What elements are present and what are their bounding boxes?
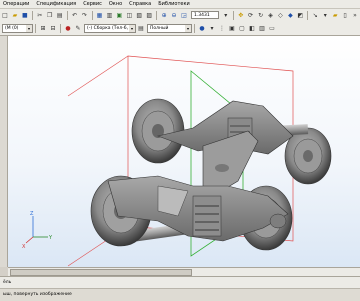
assembly-combo[interactable]: (-) Сборка (Тел-6, С ▾: [84, 23, 136, 33]
layout-icon[interactable]: ▥: [258, 24, 267, 33]
hint-text: ыш, повернуть изображение: [3, 292, 72, 297]
menu-operations[interactable]: Операции: [3, 0, 29, 8]
shaded-icon[interactable]: ◆: [286, 11, 295, 20]
toolbar-separator: [307, 10, 309, 20]
layer-combo[interactable]: (M (0) ▾: [2, 23, 33, 33]
display-combo-value: Полный: [150, 25, 169, 31]
library-icon[interactable]: ▧: [135, 11, 144, 20]
bogie-3d-model: Z Y X: [22, 55, 332, 267]
edit-icon[interactable]: ✎: [74, 24, 83, 33]
stop-icon[interactable]: ●: [64, 24, 73, 33]
scrollbar-thumb[interactable]: [10, 269, 192, 276]
refresh-icon[interactable]: ↻: [256, 11, 265, 20]
menu-window[interactable]: Окно: [109, 0, 122, 8]
zoom-window-icon[interactable]: ◲: [180, 11, 189, 20]
menu-service[interactable]: Сервис: [83, 0, 102, 8]
local-cs-icon[interactable]: ⊞: [39, 24, 48, 33]
paste-icon[interactable]: ▤: [55, 11, 64, 20]
orientation-icon[interactable]: ⊟: [49, 24, 58, 33]
view-orient-icon[interactable]: ◈: [266, 11, 275, 20]
section-icon[interactable]: ▾: [321, 11, 330, 20]
model-viewport[interactable]: Z Y X: [8, 36, 360, 267]
display-combo[interactable]: Полный ▾: [147, 23, 192, 33]
zoom-dropdown-icon[interactable]: ▾: [221, 11, 230, 20]
menu-bar: Операции Спецификация Сервис Окно Справк…: [0, 0, 360, 8]
params-icon[interactable]: ▤: [137, 24, 146, 33]
menu-libraries[interactable]: Библиотеки: [158, 0, 190, 8]
folder-icon[interactable]: ▰: [331, 11, 340, 20]
menu-help[interactable]: Справка: [129, 0, 151, 8]
hide-icon[interactable]: ▢: [238, 24, 247, 33]
measure-icon[interactable]: ▯: [341, 11, 350, 20]
chevron-down-icon: ▾: [129, 24, 135, 32]
redo-icon[interactable]: ↷: [80, 11, 89, 20]
select-filter-icon[interactable]: ↘: [311, 11, 320, 20]
undo-icon[interactable]: ↶: [70, 11, 79, 20]
toolbar-separator: [31, 10, 33, 20]
triad-y-label: Y: [48, 235, 53, 241]
pan-icon[interactable]: ✥: [236, 11, 245, 20]
status-text: ёль: [3, 280, 12, 285]
hint-bar: ыш, повернуть изображение: [0, 288, 360, 301]
more-icon[interactable]: »: [351, 11, 360, 20]
new-icon[interactable]: □: [1, 11, 10, 20]
assembly-combo-value: (-) Сборка (Тел-6, С: [87, 25, 133, 31]
toolbar-separator: [60, 23, 61, 33]
save-icon[interactable]: ■: [20, 11, 29, 20]
zoom-out-icon[interactable]: ⊖: [170, 11, 179, 20]
toolbar-separator: [35, 23, 36, 33]
perspective-icon[interactable]: ◩: [296, 11, 305, 20]
snap-icon[interactable]: ▣: [228, 24, 237, 33]
variables-icon[interactable]: ◫: [125, 11, 134, 20]
toolbar-separator: [66, 10, 68, 20]
tree-icon[interactable]: ▣: [115, 11, 124, 20]
zoom-field[interactable]: 1.3431: [190, 11, 219, 19]
extra-icon[interactable]: ▭: [268, 24, 277, 33]
copy-icon[interactable]: ❐: [45, 11, 54, 20]
layer-combo-value: (M (0): [5, 25, 19, 31]
chevron-down-icon: ▾: [26, 24, 32, 32]
color-dropdown-icon[interactable]: ▾: [208, 24, 217, 33]
show-icon[interactable]: ◧: [248, 24, 257, 33]
toolbar-separator: [232, 10, 234, 20]
zoom-in-icon[interactable]: ⊕: [160, 11, 169, 20]
wireframe-icon[interactable]: ◇: [276, 11, 285, 20]
open-icon[interactable]: ▰: [10, 11, 19, 20]
current-state-toolbar: (M (0) ▾ ⊞ ⊟ ● ✎ (-) Сборка (Тел-6, С ▾ …: [0, 21, 360, 36]
horizontal-scrollbar[interactable]: [8, 267, 360, 276]
triad-x-label: X: [22, 244, 26, 250]
toolbar-separator: [194, 23, 195, 33]
manager-icon[interactable]: ▥: [105, 11, 114, 20]
triad-z-label: Z: [30, 211, 34, 217]
cut-icon[interactable]: ✂: [35, 11, 44, 20]
color-icon[interactable]: ●: [198, 24, 207, 33]
toolbar-separator: [91, 10, 93, 20]
axes-triad: Z Y X: [22, 211, 53, 250]
grid-icon[interactable]: ⋮: [218, 24, 227, 33]
reference-icon[interactable]: ▨: [145, 11, 154, 20]
menu-specification[interactable]: Спецификация: [36, 0, 76, 8]
main-toolbar: □ ▰ ■ ✂ ❐ ▤ ↶ ↷ ▦ ▥ ▣ ◫ ▧ ▨ ⊕ ⊖ ◲ 1.3431…: [0, 8, 360, 22]
properties-icon[interactable]: ▦: [95, 11, 104, 20]
left-panel-strip: [0, 36, 8, 267]
chevron-down-icon: ▾: [185, 24, 191, 32]
toolbar-separator: [156, 10, 158, 20]
cad-application: Операции Спецификация Сервис Окно Справк…: [0, 0, 360, 301]
rotate-icon[interactable]: ⟳: [246, 11, 255, 20]
